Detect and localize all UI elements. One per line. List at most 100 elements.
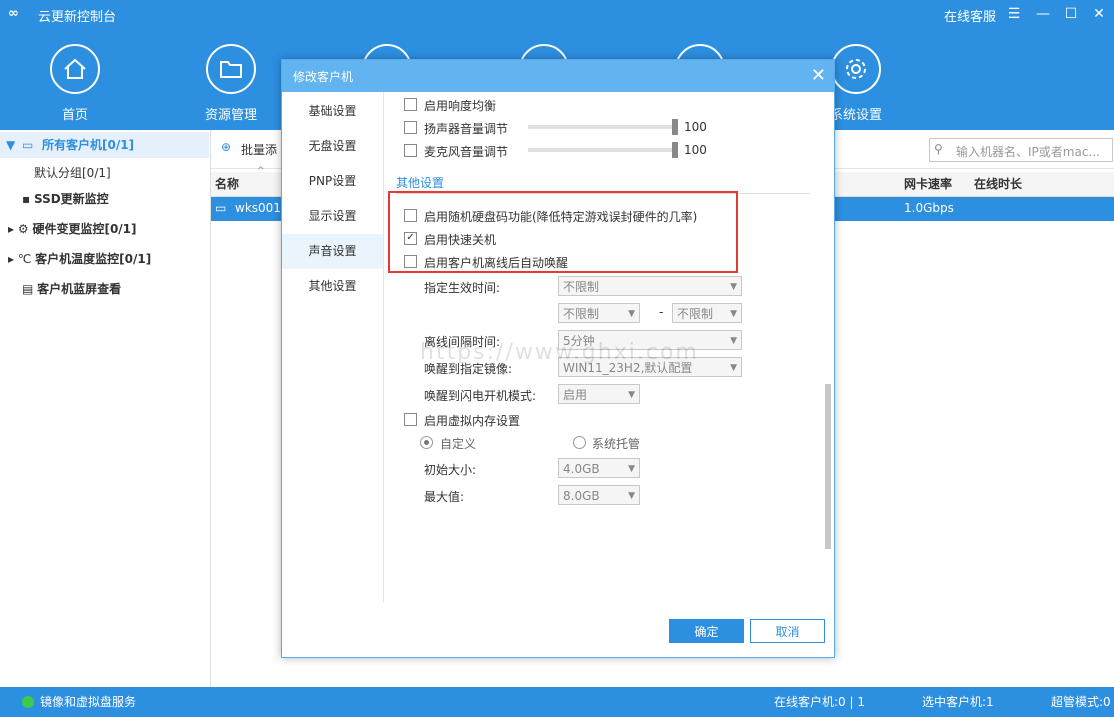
chevron-down-icon: ▼	[730, 363, 737, 373]
tab-basic[interactable]: 基础设置	[282, 94, 383, 129]
search-box[interactable]: ⚲ 输入机器名、IP或者mac...	[929, 138, 1113, 162]
status-bar: 镜像和虚拟盘服务 在线客户机:0 | 1 选中客户机:1 超管模式:0	[0, 687, 1114, 717]
system-managed-radio[interactable]	[573, 436, 586, 449]
range-start-select[interactable]: 不限制 ▼	[558, 303, 640, 323]
tab-pnp[interactable]: PNP设置	[282, 164, 383, 199]
tree-temperature-monitor[interactable]: ▸ ℃ 客户机温度监控[0/1]	[8, 246, 151, 272]
chevron-down-icon: ▼	[628, 464, 635, 474]
max-size-value: 8.0GB	[563, 489, 600, 503]
tree-ssd-label: SSD更新监控	[33, 192, 109, 206]
tree-hardware-monitor[interactable]: ▸ ⚙ 硬件变更监控[0/1]	[8, 216, 137, 242]
system-managed-label: 系统托管	[592, 437, 641, 451]
expand-arrow-icon[interactable]: ▼	[6, 132, 15, 158]
dialog-close-icon[interactable]: ✕	[811, 65, 826, 86]
search-icon: ⚲	[934, 142, 943, 156]
speaker-slider[interactable]	[528, 125, 678, 129]
dialog-scrollbar[interactable]	[823, 92, 833, 602]
tree-ssd-monitor[interactable]: ▪ SSD更新监控	[22, 186, 109, 212]
tree-temperature-label: 客户机温度监控[0/1]	[35, 252, 152, 266]
maximize-icon[interactable]: ☐	[1060, 3, 1082, 25]
client-tree: ▼ ▭ 所有客户机[0/1] 默认分组[0/1] ▪ SSD更新监控 ▸ ⚙ 硬…	[0, 130, 211, 687]
monitor-icon: ▭	[22, 138, 34, 152]
search-input[interactable]: 输入机器名、IP或者mac...	[956, 143, 1100, 160]
chip-icon: ⚙	[17, 222, 29, 236]
cancel-button[interactable]: 取消	[750, 619, 825, 643]
virtual-memory-label: 启用虚拟内存设置	[424, 414, 521, 428]
column-nic-speed[interactable]: 网卡速率	[904, 172, 952, 196]
tree-all-clients[interactable]: ▼ ▭ 所有客户机[0/1]	[0, 132, 209, 158]
selected-clients: 选中客户机:1	[922, 695, 994, 709]
service-status-icon	[22, 696, 34, 708]
range-start-value: 不限制	[563, 307, 600, 321]
loudness-checkbox[interactable]	[404, 98, 417, 111]
nav-home-label: 首页	[61, 108, 88, 123]
tree-bluescreen-label: 客户机蓝屏查看	[37, 282, 122, 296]
document-icon: ▤	[22, 282, 34, 296]
range-end-select[interactable]: 不限制 ▼	[672, 303, 742, 323]
tab-display[interactable]: 显示设置	[282, 199, 383, 234]
chevron-down-icon: ▼	[628, 390, 635, 400]
tree-default-group[interactable]: 默认分组[0/1]	[34, 160, 111, 186]
speaker-label: 扬声器音量调节	[424, 122, 509, 136]
monitor-icon: ▭	[215, 201, 227, 215]
nav-home[interactable]: 首页	[35, 44, 115, 123]
nav-resources[interactable]: 资源管理	[191, 44, 271, 123]
dialog-footer: 确定 取消	[282, 602, 834, 657]
chevron-down-icon: ▼	[730, 309, 737, 319]
tab-diskless[interactable]: 无盘设置	[282, 129, 383, 164]
highlight-box	[388, 191, 738, 273]
loudness-label: 启用响度均衡	[424, 99, 497, 113]
scrollbar-thumb[interactable]	[825, 384, 831, 549]
expand-arrow-icon[interactable]: ▸	[8, 252, 14, 266]
sort-icon: ^	[257, 166, 265, 176]
effective-time-select[interactable]: 不限制 ▼	[558, 276, 742, 296]
nav-resources-label: 资源管理	[204, 108, 257, 123]
temperature-icon: ℃	[17, 252, 32, 266]
custom-label: 自定义	[440, 437, 477, 451]
initial-size-label: 初始大小:	[424, 463, 477, 477]
column-online-time[interactable]: 在线时长	[974, 172, 1022, 196]
tree-bluescreen[interactable]: ▤ 客户机蓝屏查看	[22, 276, 121, 302]
service-status-text: 镜像和虚拟盘服务	[40, 695, 137, 709]
minimize-icon[interactable]: —	[1032, 3, 1054, 25]
mic-slider-handle[interactable]	[672, 142, 678, 158]
chevron-down-icon: ▼	[730, 282, 737, 292]
menu-icon[interactable]: ☰	[1003, 3, 1025, 25]
online-support-link[interactable]: 在线客服	[944, 6, 996, 25]
dialog-tabs: 基础设置 无盘设置 PNP设置 显示设置 声音设置 其他设置	[282, 92, 384, 602]
max-size-select[interactable]: 8.0GB ▼	[558, 485, 640, 505]
tree-hardware-label: 硬件变更监控[0/1]	[32, 222, 137, 236]
mic-value: 100	[684, 143, 707, 157]
batch-add-button[interactable]: 批量添	[241, 141, 277, 158]
expand-arrow-icon[interactable]: ▸	[8, 222, 14, 236]
custom-radio[interactable]	[420, 436, 433, 449]
folder-icon	[206, 44, 256, 94]
add-icon[interactable]: ⊕	[221, 140, 231, 154]
wake-mode-select[interactable]: 启用 ▼	[558, 384, 640, 404]
max-size-label: 最大值:	[424, 490, 465, 504]
tab-sound[interactable]: 声音设置	[282, 234, 383, 269]
chevron-down-icon: ▼	[730, 336, 737, 346]
speaker-value: 100	[684, 120, 707, 134]
mic-checkbox[interactable]	[404, 144, 417, 157]
virtual-memory-checkbox[interactable]	[404, 413, 417, 426]
super-mode: 超管模式:0	[1051, 695, 1111, 709]
wake-mode-label: 唤醒到闪电开机模式:	[424, 389, 537, 403]
column-name[interactable]: 名称	[215, 172, 239, 196]
gear-icon	[831, 44, 881, 94]
mic-label: 麦克风音量调节	[424, 145, 509, 159]
initial-size-select[interactable]: 4.0GB ▼	[558, 458, 640, 478]
tab-other[interactable]: 其他设置	[282, 269, 383, 304]
range-separator: -	[659, 305, 664, 319]
effective-time-label: 指定生效时间:	[424, 281, 501, 295]
speaker-checkbox[interactable]	[404, 121, 417, 134]
app-title: 云更新控制台	[38, 10, 117, 25]
home-icon	[50, 44, 100, 94]
app-logo: ∞	[8, 6, 19, 21]
close-icon[interactable]: ✕	[1088, 3, 1110, 25]
ok-button[interactable]: 确定	[669, 619, 744, 643]
chevron-down-icon: ▼	[628, 491, 635, 501]
dialog-title: 修改客户机	[293, 70, 354, 84]
mic-slider[interactable]	[528, 148, 678, 152]
speaker-slider-handle[interactable]	[672, 119, 678, 135]
